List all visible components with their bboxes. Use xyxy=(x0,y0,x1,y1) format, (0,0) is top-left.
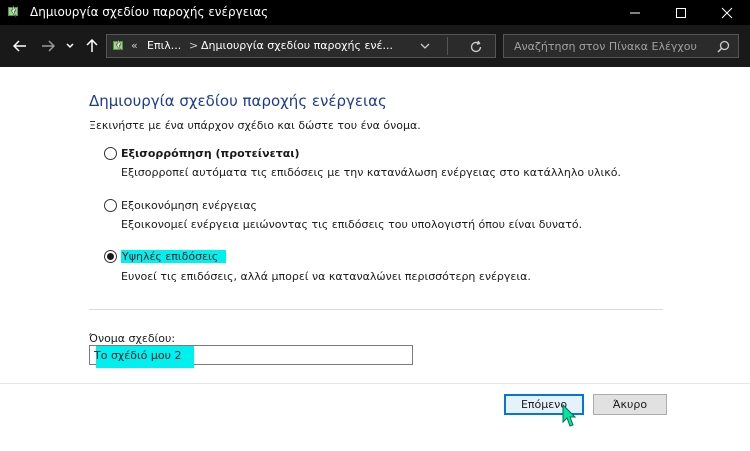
minimize-button[interactable] xyxy=(612,0,658,25)
plan-description-power-saver: Εξοικονομεί ενέργεια μειώνοντας τις επιδ… xyxy=(121,218,583,231)
minimize-icon xyxy=(630,12,640,13)
plan-description-balanced: Εξισορροπεί αυτόματα τις επιδόσεις με τη… xyxy=(121,166,621,179)
breadcrumb-separator[interactable]: > xyxy=(189,39,198,52)
plan-description-high-performance: Ευνοεί τις επιδόσεις, αλλά μπορεί να κατ… xyxy=(121,270,531,283)
radio-balanced[interactable] xyxy=(104,147,117,160)
mouse-cursor-icon xyxy=(562,404,576,427)
arrow-right-icon xyxy=(42,40,55,52)
power-options-icon xyxy=(8,4,18,19)
page-title: Δημιουργία σχεδίου παροχής ενέργειας xyxy=(89,92,387,110)
plan-option-balanced[interactable]: Εξισορρόπηση (προτείνεται) xyxy=(104,147,300,160)
breadcrumb-item-power-options[interactable]: Επιλ... xyxy=(147,39,181,52)
chevron-down-icon xyxy=(66,43,74,49)
footer-divider xyxy=(0,383,750,384)
address-dropdown-icon[interactable] xyxy=(419,40,431,52)
title-bar: Δημιουργία σχεδίου παροχής ενέργειας xyxy=(0,0,750,25)
plan-label-high-performance[interactable]: Υψηλές επιδόσεις xyxy=(121,250,227,263)
plan-label-power-saver[interactable]: Εξοικονόμηση ενέργειας xyxy=(121,199,257,212)
address-divider xyxy=(447,37,448,55)
search-input[interactable]: Αναζήτηση στον Πίνακα Ελέγχου xyxy=(514,40,697,53)
divider xyxy=(89,309,663,310)
cancel-button[interactable]: Άκυρο xyxy=(593,394,667,415)
plan-name-label: Όνομα σχεδίου: xyxy=(89,332,176,345)
window-title: Δημιουργία σχεδίου παροχής ενέργειας xyxy=(30,5,269,19)
radio-power-saver[interactable] xyxy=(104,199,117,212)
search-box[interactable]: Αναζήτηση στον Πίνακα Ελέγχου xyxy=(503,34,739,58)
refresh-icon[interactable] xyxy=(469,40,483,54)
maximize-button[interactable] xyxy=(658,0,704,25)
radio-high-performance[interactable] xyxy=(104,250,117,263)
plan-label-balanced[interactable]: Εξισορρόπηση (προτείνεται) xyxy=(121,147,300,160)
plan-option-power-saver[interactable]: Εξοικονόμηση ενέργειας xyxy=(104,199,257,212)
recent-locations-button[interactable] xyxy=(64,38,76,54)
plan-name-input[interactable]: Το σχέδιό μου 2 xyxy=(89,345,413,368)
plan-name-value[interactable]: Το σχέδιό μου 2 xyxy=(94,349,181,362)
close-button[interactable] xyxy=(704,0,750,25)
forward-button[interactable] xyxy=(40,38,56,54)
breadcrumb-item-create-plan[interactable]: Δημιουργία σχεδίου παροχής ενέ... xyxy=(201,39,393,52)
address-bar[interactable]: « Επιλ... > Δημιουργία σχεδίου παροχής ε… xyxy=(106,34,496,58)
search-icon[interactable] xyxy=(717,40,730,53)
arrow-up-icon xyxy=(86,39,98,52)
close-icon xyxy=(721,7,733,18)
plan-option-high-performance[interactable]: Υψηλές επιδόσεις xyxy=(104,250,227,263)
up-button[interactable] xyxy=(84,38,100,54)
control-panel-icon xyxy=(113,38,123,53)
breadcrumb-overflow[interactable]: « xyxy=(131,39,138,52)
arrow-left-icon xyxy=(13,40,26,52)
navigation-bar: « Επιλ... > Δημιουργία σχεδίου παροχής ε… xyxy=(0,25,750,67)
intro-text: Ξεκινήστε με ένα υπάρχον σχέδιο και δώστ… xyxy=(89,119,421,132)
back-button[interactable] xyxy=(12,38,28,54)
maximize-icon xyxy=(676,7,686,18)
